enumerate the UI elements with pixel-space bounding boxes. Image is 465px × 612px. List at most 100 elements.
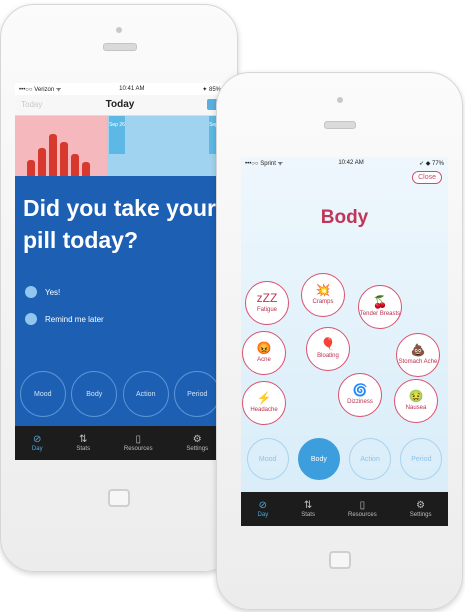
tab-stats[interactable]: ⇅ Stats bbox=[76, 434, 90, 452]
circle-mood[interactable]: Mood bbox=[19, 371, 66, 417]
stats-icon: ⇅ bbox=[303, 500, 313, 511]
tab-settings[interactable]: ⚙ Settings bbox=[186, 434, 208, 452]
circle-period[interactable]: Period bbox=[400, 438, 443, 480]
symptom-bloating[interactable]: 🎈 Bloating bbox=[306, 327, 350, 371]
tab-resources[interactable]: ▯ Resources bbox=[124, 434, 153, 452]
back-phone: •••○○ Verizon ᯤ 10:41 AM ✦ 85% Today Tod… bbox=[0, 4, 238, 572]
burst-icon: 💥 bbox=[315, 283, 331, 297]
circle-action[interactable]: Action bbox=[349, 438, 392, 480]
tab-label: Settings bbox=[186, 446, 209, 452]
clock-icon: ⊘ bbox=[33, 434, 42, 445]
radio-icon bbox=[25, 313, 37, 325]
carrier-text: •••○○ Sprint ᯤ bbox=[245, 161, 284, 167]
page-title: Body bbox=[320, 207, 369, 228]
tab-label: Resources bbox=[123, 446, 153, 452]
day-label: Sep 26 bbox=[109, 122, 125, 128]
pill-question: Did you take your pill today? bbox=[23, 195, 216, 253]
nav-bar: Today Today bbox=[15, 95, 225, 116]
circle-mood[interactable]: Mood bbox=[246, 438, 289, 480]
sleep-icon: zZZ bbox=[256, 291, 278, 305]
symptom-cramps[interactable]: 💥 Cramps bbox=[301, 273, 345, 317]
tab-bar: ⊘ Day ⇅ Stats ▯ Resources ⚙ Settings bbox=[15, 426, 225, 460]
symptom-label: Bloating bbox=[317, 353, 339, 359]
tab-day[interactable]: ⊘ Day bbox=[258, 500, 269, 518]
tab-bar: ⊘ Day ⇅ Stats ▯ Resources ⚙ Settings bbox=[241, 492, 448, 526]
back-screen: •••○○ Verizon ᯤ 10:41 AM ✦ 85% Today Tod… bbox=[15, 83, 225, 460]
symptom-label: Dizziness bbox=[347, 399, 373, 405]
pill-question-panel: Did you take your pill today? Yes! Remin… bbox=[15, 176, 225, 426]
option-label: Remind me later bbox=[45, 314, 104, 324]
period-bar bbox=[60, 142, 68, 176]
day-column[interactable]: Sep 26 bbox=[109, 116, 125, 154]
tab-label: Stats bbox=[301, 512, 315, 518]
tab-label: Settings bbox=[409, 512, 432, 518]
circle-period[interactable]: Period bbox=[174, 371, 221, 417]
tab-settings[interactable]: ⚙ Settings bbox=[410, 500, 432, 518]
status-bar: •••○○ Verizon ᯤ 10:41 AM ✦ 85% bbox=[15, 83, 225, 95]
tab-label: Stats bbox=[76, 446, 91, 452]
spiral-icon: 🌀 bbox=[352, 383, 368, 397]
option-remind[interactable]: Remind me later bbox=[25, 313, 104, 325]
close-button[interactable]: Close bbox=[412, 171, 442, 184]
circle-action[interactable]: Action bbox=[122, 371, 169, 417]
time-text: 10:41 AM bbox=[119, 86, 145, 92]
book-icon: ▯ bbox=[135, 434, 141, 445]
home-button[interactable] bbox=[108, 489, 130, 507]
option-label: Yes! bbox=[45, 287, 61, 297]
speaker bbox=[103, 43, 137, 51]
status-bar: •••○○ Sprint ᯤ 10:42 AM ➶ ◆ 77% bbox=[241, 157, 448, 169]
period-block bbox=[15, 116, 107, 176]
front-phone: •••○○ Sprint ᯤ 10:42 AM ➶ ◆ 77% Close Bo… bbox=[216, 72, 463, 610]
symptom-tender-breasts[interactable]: 🍒 Tender Breasts bbox=[358, 285, 402, 329]
gear-icon: ⚙ bbox=[192, 434, 202, 445]
time-text: 10:42 AM bbox=[338, 160, 364, 166]
period-bar bbox=[49, 134, 57, 176]
symptom-label: Fatigue bbox=[256, 307, 277, 313]
symptom-headache[interactable]: ⚡ Headache bbox=[242, 381, 286, 425]
page-title: Today bbox=[105, 99, 135, 110]
period-bar bbox=[71, 154, 79, 176]
tab-label: Day bbox=[257, 512, 269, 518]
lightning-icon: ⚡ bbox=[256, 391, 272, 405]
circle-body[interactable]: Body bbox=[297, 438, 340, 480]
radio-icon bbox=[25, 286, 37, 298]
symptom-label: Cramps bbox=[312, 299, 334, 305]
symptom-label: Stomach Ache bbox=[398, 359, 438, 365]
symptom-fatigue[interactable]: zZZ Fatigue bbox=[245, 281, 289, 325]
history-band: Sep 26 Sep 27 bbox=[15, 116, 225, 176]
symptom-label: Headache bbox=[250, 407, 278, 413]
nausea-face-icon: 🤢 bbox=[408, 389, 424, 403]
cherry-icon: 🍒 bbox=[372, 295, 388, 309]
category-circles: Mood Body Action Period bbox=[15, 371, 225, 417]
battery-text: ➶ ◆ 77% bbox=[419, 160, 444, 167]
period-bar bbox=[82, 162, 90, 176]
clock-icon: ⊘ bbox=[258, 500, 268, 511]
symptom-stomach-ache[interactable]: 💩 Stomach Ache bbox=[396, 333, 440, 377]
symptom-label: Acne bbox=[257, 357, 271, 363]
balloon-icon: 🎈 bbox=[320, 337, 336, 351]
tab-day[interactable]: ⊘ Day bbox=[32, 434, 43, 452]
tab-stats[interactable]: ⇅ Stats bbox=[301, 500, 315, 518]
home-button[interactable] bbox=[329, 551, 351, 569]
symptom-label: Nausea bbox=[405, 405, 427, 411]
period-bar bbox=[38, 148, 46, 176]
poop-icon: 💩 bbox=[410, 343, 426, 357]
tab-label: Resources bbox=[348, 512, 377, 518]
camera-icon bbox=[116, 27, 122, 33]
tab-label: Day bbox=[31, 446, 43, 452]
period-bars bbox=[27, 134, 90, 176]
book-icon: ▯ bbox=[359, 500, 366, 511]
gear-icon: ⚙ bbox=[416, 500, 426, 511]
category-circles: Mood Body Action Period bbox=[241, 438, 448, 480]
symptom-acne[interactable]: 😡 Acne bbox=[242, 331, 286, 375]
symptom-label: Tender Breasts bbox=[359, 311, 401, 317]
camera-icon bbox=[337, 97, 343, 103]
tab-resources[interactable]: ▯ Resources bbox=[348, 500, 377, 518]
stats-icon: ⇅ bbox=[79, 434, 88, 445]
speaker bbox=[324, 121, 356, 129]
circle-body[interactable]: Body bbox=[71, 371, 118, 417]
angry-face-icon: 😡 bbox=[256, 341, 272, 355]
option-yes[interactable]: Yes! bbox=[25, 286, 60, 298]
symptom-nausea[interactable]: 🤢 Nausea bbox=[394, 379, 438, 423]
symptom-dizziness[interactable]: 🌀 Dizziness bbox=[338, 373, 382, 417]
